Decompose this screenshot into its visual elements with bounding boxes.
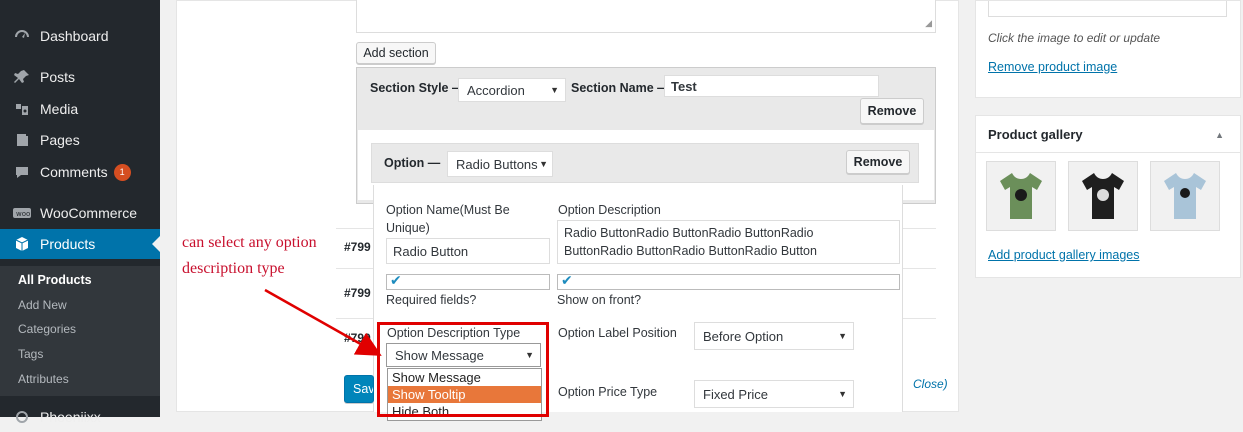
menu-comments[interactable]: Comments 1: [0, 157, 160, 187]
menu-phoeniixx-label: Phoeniixx: [40, 409, 101, 425]
submenu-categories[interactable]: Categories: [18, 322, 76, 336]
row-divider: [903, 318, 936, 319]
row-divider: [336, 228, 373, 229]
collapse-arrow-icon[interactable]: ▲: [1215, 130, 1224, 140]
show-on-front-checkbox[interactable]: ✔: [557, 272, 900, 290]
gallery-thumbnail-3[interactable]: [1150, 161, 1220, 231]
comments-count-badge: 1: [113, 163, 131, 181]
menu-products[interactable]: Products: [0, 229, 160, 259]
product-image-hint: Click the image to edit or update: [988, 31, 1161, 45]
active-menu-arrow: [152, 236, 160, 252]
product-image-box: Click the image to edit or update Remove…: [975, 0, 1241, 98]
plugin-icon: [12, 407, 32, 427]
menu-dashboard-label: Dashboard: [40, 28, 109, 44]
product-row-id[interactable]: #799: [344, 240, 371, 254]
label-position-label: Option Label Position: [558, 326, 677, 340]
tshirt-icon: [1082, 173, 1124, 219]
product-gallery-title: Product gallery: [988, 127, 1083, 142]
resize-handle-icon[interactable]: ◢: [925, 18, 932, 29]
submenu-attributes[interactable]: Attributes: [18, 372, 69, 386]
price-type-label: Option Price Type: [558, 385, 658, 399]
option-remove-button[interactable]: Remove: [846, 150, 910, 174]
comment-icon: [12, 162, 32, 182]
checkmark-icon: ✔: [390, 272, 402, 288]
option-description-label: Option Description: [558, 203, 661, 217]
menu-media[interactable]: Media: [0, 94, 160, 124]
menu-dashboard[interactable]: Dashboard: [0, 21, 160, 51]
option-type-value: Radio Buttons: [456, 156, 538, 172]
add-section-button[interactable]: Add section: [356, 42, 436, 64]
option-name-label-2: Unique): [386, 221, 430, 235]
dashboard-icon: [12, 26, 32, 46]
submenu-all-products[interactable]: All Products: [18, 273, 92, 287]
price-type-select[interactable]: Fixed Price ▼: [694, 380, 854, 408]
option-description-textarea[interactable]: Radio ButtonRadio ButtonRadio ButtonRadi…: [557, 220, 900, 264]
option-name-label-1: Option Name(Must Be: [386, 203, 510, 217]
product-gallery-box: Product gallery ▲ Add product gallery im…: [975, 115, 1241, 278]
section-name-input[interactable]: Test: [664, 75, 879, 97]
chevron-down-icon: ▼: [550, 85, 559, 95]
gallery-thumbnail-1[interactable]: [986, 161, 1056, 231]
section-style-value: Accordion: [467, 82, 525, 98]
annotation-highlight-box: [377, 322, 549, 417]
submenu-tags[interactable]: Tags: [18, 347, 43, 361]
option-label: Option —: [384, 156, 441, 170]
section-description-textarea[interactable]: ◢: [356, 0, 936, 33]
chevron-down-icon: ▼: [838, 331, 847, 341]
section-style-select[interactable]: Accordion ▼: [458, 78, 566, 102]
section-remove-button[interactable]: Remove: [860, 98, 924, 124]
product-image-preview[interactable]: [988, 1, 1227, 17]
section-name-label: Section Name —: [571, 81, 670, 95]
menu-comments-label: Comments: [40, 164, 108, 180]
section-style-label: Section Style —: [370, 81, 465, 95]
menu-posts[interactable]: Posts: [0, 62, 160, 92]
remove-product-image-link[interactable]: Remove product image: [988, 60, 1117, 74]
option-name-input[interactable]: Radio Button: [386, 238, 550, 264]
checkmark-icon: ✔: [561, 272, 573, 288]
menu-pages[interactable]: Pages: [0, 125, 160, 155]
page-icon: [12, 130, 32, 150]
row-divider: [903, 228, 936, 229]
row-divider: [903, 268, 936, 269]
gallery-thumbnail-2[interactable]: [1068, 161, 1138, 231]
menu-phoeniixx[interactable]: Phoeniixx: [0, 402, 160, 432]
add-gallery-images-link[interactable]: Add product gallery images: [988, 248, 1139, 262]
price-type-value: Fixed Price: [703, 386, 769, 402]
woocommerce-icon: woo: [12, 203, 32, 223]
menu-posts-label: Posts: [40, 69, 76, 85]
tshirt-icon: [1000, 173, 1042, 219]
required-fields-checkbox[interactable]: ✔: [386, 272, 550, 290]
gallery-divider: [976, 152, 1240, 153]
menu-woocommerce-label: WooCommerce: [40, 205, 137, 221]
svg-text:woo: woo: [16, 210, 30, 218]
media-icon: [12, 99, 32, 119]
menu-media-label: Media: [40, 101, 79, 117]
label-position-select[interactable]: Before Option ▼: [694, 322, 854, 350]
pin-icon: [12, 67, 32, 87]
option-type-select[interactable]: Radio Buttons ▼: [447, 151, 553, 177]
menu-products-label: Products: [40, 236, 96, 252]
chevron-down-icon: ▼: [838, 389, 847, 399]
tshirt-icon: [1164, 173, 1206, 219]
menu-pages-label: Pages: [40, 132, 80, 148]
label-position-value: Before Option: [703, 328, 784, 344]
products-submenu: All Products Add New Categories Tags Att…: [0, 266, 160, 396]
close-link[interactable]: Close): [913, 377, 948, 391]
row-divider: [336, 268, 373, 269]
admin-sidebar: Dashboard Posts Media Pages Comments 1 w…: [0, 0, 160, 425]
save-button[interactable]: Sav: [344, 375, 374, 403]
annotation-arrow-icon: [264, 288, 382, 356]
menu-woocommerce[interactable]: woo WooCommerce: [0, 198, 160, 228]
option-description-line-2: ButtonRadio ButtonRadio ButtonRadio Butt…: [564, 244, 817, 258]
show-on-front-label: Show on front?: [557, 293, 642, 307]
chevron-down-icon: ▼: [539, 159, 548, 169]
required-fields-label: Required fields?: [386, 293, 477, 307]
option-description-line-1: Radio ButtonRadio ButtonRadio ButtonRadi…: [564, 226, 814, 240]
annotation-text-line-2: description type: [182, 260, 285, 277]
submenu-add-new[interactable]: Add New: [18, 298, 67, 312]
products-icon: [12, 234, 32, 254]
annotation-text-line-1: can select any option: [182, 234, 317, 251]
